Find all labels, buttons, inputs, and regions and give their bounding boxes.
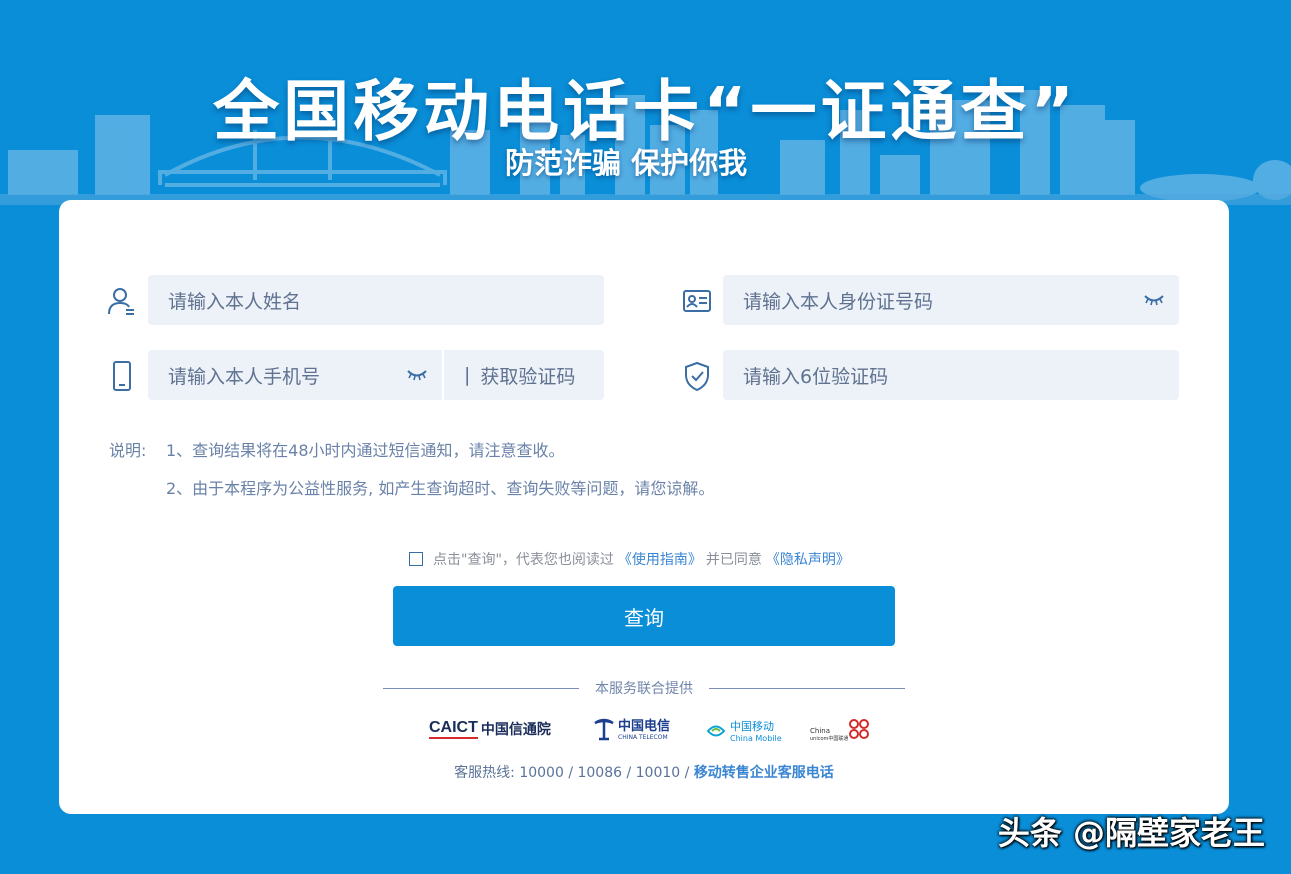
privacy-statement-link[interactable]: 《隐私声明》	[766, 549, 850, 569]
eye-closed-icon[interactable]	[1143, 293, 1165, 307]
hotline-numbers: 客服热线: 10000 / 10086 / 10010 /	[454, 765, 690, 781]
query-form-card: 请输入本人姓名 请输入本人身份证号码 请输入本人手机号 | 获取验证码 请输入6…	[59, 200, 1229, 814]
notes: 说明: 1、查询结果将在48小时内通过短信通知，请注意查收。 2、由于本程序为公益…	[109, 432, 714, 508]
phone-placeholder: 请输入本人手机号	[168, 365, 321, 388]
verification-code-placeholder: 请输入6位验证码	[743, 365, 889, 388]
telecom-name-en: CHINA TELECOM	[618, 734, 668, 741]
china-telecom-logo: 中国电信 CHINA TELECOM	[593, 715, 670, 741]
caict-mark: CAICT	[429, 719, 478, 739]
unicom-knot-icon	[849, 718, 870, 739]
notes-label: 说明:	[109, 441, 147, 460]
phone-input[interactable]: 请输入本人手机号	[148, 350, 442, 400]
get-code-label: 获取验证码	[480, 365, 576, 388]
telecom-name-cn: 中国电信	[618, 719, 671, 734]
unicom-name-en: China	[810, 727, 830, 735]
provider-divider: 本服务联合提供	[383, 678, 905, 698]
provider-logos: CAICT 中国信通院 中国电信 CHINA TELECOM 中国移动 Chin…	[59, 715, 1229, 747]
note-item: 1、查询结果将在48小时内通过短信通知，请注意查收。	[166, 441, 565, 460]
get-code-button[interactable]: | 获取验证码	[444, 350, 604, 400]
hotline: 客服热线: 10000 / 10086 / 10010 / 移动转售企业客服电话	[59, 762, 1229, 782]
agreement-checkbox[interactable]	[409, 552, 423, 566]
reseller-hotline-link[interactable]: 移动转售企业客服电话	[694, 765, 834, 781]
divider-line	[709, 687, 905, 689]
id-number-input[interactable]: 请输入本人身份证号码	[723, 275, 1179, 325]
query-button[interactable]: 查询	[393, 586, 895, 646]
telecom-emblem-icon	[594, 718, 614, 741]
provider-heading: 本服务联合提供	[595, 681, 693, 697]
mobile-name-cn: 中国移动	[730, 720, 774, 733]
page-subtitle: 防范诈骗 保护你我	[505, 146, 748, 180]
usage-guide-link[interactable]: 《使用指南》	[618, 549, 702, 569]
shield-check-icon	[685, 361, 709, 391]
mobile-emblem-icon	[706, 725, 726, 736]
caict-name: 中国信通院	[480, 722, 551, 738]
agreement-middle: 并已同意	[705, 552, 762, 568]
name-input[interactable]: 请输入本人姓名	[148, 275, 604, 325]
agreement-prefix: 点击"查询"，代表您也阅读过	[433, 552, 614, 568]
china-unicom-logo: China unicom中国联通	[810, 715, 872, 742]
user-icon	[108, 288, 134, 315]
mobile-phone-icon	[113, 361, 131, 391]
agreement-row: 点击"查询"，代表您也阅读过 《使用指南》 并已同意 《隐私声明》	[409, 549, 854, 569]
separator: |	[464, 364, 471, 386]
caict-logo: CAICT 中国信通院	[429, 719, 551, 739]
watermark: 头条 @隔壁家老王	[997, 814, 1265, 852]
unicom-name-sub: unicom中国联通	[810, 736, 849, 742]
divider-line	[383, 687, 579, 689]
mobile-name-en: China Mobile	[730, 734, 782, 743]
note-item: 2、由于本程序为公益性服务, 如产生查询超时、查询失败等问题，请您谅解。	[166, 479, 715, 498]
id-number-placeholder: 请输入本人身份证号码	[743, 290, 934, 313]
name-placeholder: 请输入本人姓名	[168, 290, 302, 313]
id-card-icon	[683, 290, 711, 312]
china-mobile-logo: 中国移动 China Mobile	[705, 718, 782, 743]
verification-code-input[interactable]: 请输入6位验证码	[723, 350, 1179, 400]
eye-closed-icon[interactable]	[406, 368, 428, 382]
